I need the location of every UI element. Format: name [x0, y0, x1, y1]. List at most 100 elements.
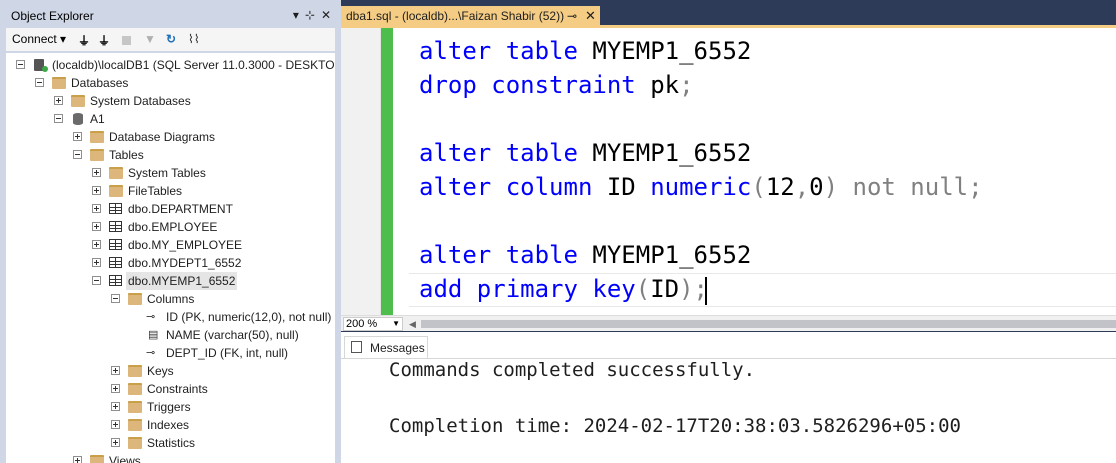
server-icon: [34, 59, 48, 72]
document-tab-strip: dba1.sql - (localdb)...\Faizan Shabir (5…: [341, 0, 1116, 27]
tree-node-label: Keys: [147, 364, 174, 378]
tree-node-server[interactable]: (localdb)\localDB1 (SQL Server 11.0.3000…: [6, 56, 335, 74]
collapse-icon[interactable]: [111, 294, 120, 303]
expand-icon[interactable]: [73, 132, 82, 141]
sql-keyword: add primary key: [419, 275, 636, 303]
folder-icon: [109, 167, 123, 179]
stop-icon[interactable]: [122, 36, 131, 45]
code-line[interactable]: alter table MYEMP1_6552: [419, 136, 751, 170]
object-explorer-tree: (localdb)\localDB1 (SQL Server 11.0.3000…: [6, 53, 335, 463]
zoom-select[interactable]: 200 % ▼: [343, 317, 403, 331]
change-tracking-bar: [381, 28, 393, 315]
expand-icon[interactable]: [92, 204, 101, 213]
messages-output[interactable]: Commands completed successfully. Complet…: [341, 358, 1116, 463]
connect-button[interactable]: Connect ▾: [12, 32, 66, 46]
foreign-key-icon: ⊸: [146, 347, 156, 359]
message-line: Commands completed successfully.: [389, 359, 756, 381]
query-editor[interactable]: alter table MYEMP1_6552 drop constraint p…: [341, 28, 1116, 315]
expand-icon[interactable]: [92, 168, 101, 177]
window-position-icon[interactable]: ▾: [293, 8, 299, 22]
tree-node-label: dbo.MY_EMPLOYEE: [128, 238, 243, 252]
tab-dba1-sql[interactable]: dba1.sql - (localdb)...\Faizan Shabir (5…: [341, 6, 600, 27]
sql-punctuation: (: [751, 173, 766, 201]
activity-monitor-icon[interactable]: ⌇⌇: [188, 32, 200, 46]
table-icon: [109, 221, 122, 232]
code-line[interactable]: add primary key(ID);: [419, 272, 708, 306]
tree-node-label: System Databases: [90, 94, 191, 108]
code-line[interactable]: alter table MYEMP1_6552: [419, 34, 751, 68]
table-icon: [109, 203, 122, 214]
close-icon[interactable]: ✕: [585, 8, 596, 24]
folder-icon: [90, 149, 104, 161]
sql-identifier: MYEMP1_6552: [577, 241, 752, 269]
messages-icon: [351, 341, 362, 353]
folder-icon: [128, 293, 142, 305]
folder-icon: [128, 419, 142, 431]
tree-node-label: dbo.MYEMP1_6552: [126, 272, 238, 290]
editor-gutter: [341, 28, 381, 315]
expand-icon[interactable]: [111, 420, 120, 429]
collapse-icon[interactable]: [92, 276, 101, 285]
expand-icon[interactable]: [111, 402, 120, 411]
expand-icon[interactable]: [92, 240, 101, 249]
tree-node-label: ID (PK, numeric(12,0), not null): [166, 310, 332, 324]
sql-keyword: alter table: [419, 241, 578, 269]
object-explorer-titlebar: Object Explorer ▾ ⊹ ✕: [6, 6, 335, 27]
horizontal-scrollbar[interactable]: [421, 320, 1116, 328]
collapse-icon[interactable]: [16, 60, 25, 69]
code-line[interactable]: drop constraint pk;: [419, 68, 694, 102]
folder-icon: [128, 401, 142, 413]
tab-messages[interactable]: Messages: [344, 336, 428, 358]
message-line: Completion time: 2024-02-17T20:38:03.582…: [389, 415, 961, 437]
connect-icon[interactable]: ⏚: [78, 32, 90, 49]
expand-icon[interactable]: [92, 186, 101, 195]
sql-punctuation: ,: [794, 173, 810, 201]
expand-icon[interactable]: [73, 456, 82, 463]
close-icon[interactable]: ✕: [321, 8, 331, 22]
sql-identifier: MYEMP1_6552: [577, 139, 752, 167]
expand-icon[interactable]: [92, 258, 101, 267]
tree-node-label: NAME (varchar(50), null): [166, 328, 299, 342]
sql-identifier: 0: [809, 173, 824, 201]
pin-icon[interactable]: ⊸: [567, 9, 577, 23]
code-line[interactable]: alter column ID numeric(12,0) not null;: [419, 170, 983, 204]
folder-icon: [52, 77, 66, 89]
code-line[interactable]: alter table MYEMP1_6552: [419, 238, 751, 272]
text-caret: [705, 277, 707, 305]
results-pane: Messages Commands completed successfully…: [341, 332, 1116, 463]
folder-icon: [90, 131, 104, 143]
sql-identifier: ID: [650, 275, 680, 303]
collapse-icon[interactable]: [35, 78, 44, 87]
expand-icon[interactable]: [92, 222, 101, 231]
primary-key-icon: ⊸: [146, 311, 156, 323]
sql-punctuation: );: [679, 275, 709, 303]
scroll-left-icon[interactable]: ◀: [409, 319, 416, 330]
tree-node-label: Views: [109, 454, 141, 463]
expand-icon[interactable]: [54, 96, 63, 105]
chevron-down-icon: ▼: [392, 319, 400, 328]
expand-icon[interactable]: [111, 438, 120, 447]
collapse-icon[interactable]: [54, 114, 63, 123]
auto-hide-pin-icon[interactable]: ⊹: [305, 8, 315, 22]
tree-node-label: DEPT_ID (FK, int, null): [166, 346, 289, 360]
object-explorer-panel: Object Explorer ▾ ⊹ ✕ Connect ▾ ⏚ ⏚ ▼ ↻ …: [0, 0, 341, 463]
disconnect-icon[interactable]: ⏚: [98, 32, 110, 49]
expand-icon[interactable]: [111, 384, 120, 393]
table-icon: [109, 275, 122, 286]
tree-node-label: dbo.EMPLOYEE: [128, 220, 218, 234]
tree-node-label: FileTables: [128, 184, 183, 198]
sql-identifier: 12: [765, 173, 795, 201]
filter-icon[interactable]: ▼: [144, 32, 156, 46]
expand-icon[interactable]: [111, 366, 120, 375]
refresh-icon[interactable]: ↻: [166, 32, 176, 46]
collapse-icon[interactable]: [73, 150, 82, 159]
sql-keyword: alter column: [419, 173, 593, 201]
object-explorer-toolbar: Connect ▾ ⏚ ⏚ ▼ ↻ ⌇⌇: [6, 28, 335, 52]
folder-icon: [128, 383, 142, 395]
tree-node-label: Databases: [71, 76, 129, 90]
tree-node-label: (localdb)\localDB1 (SQL Server 11.0.3000…: [52, 58, 335, 72]
folder-icon: [109, 185, 123, 197]
tree-node-label: dbo.DEPARTMENT: [128, 202, 233, 216]
sql-identifier: pk: [635, 71, 680, 99]
sql-keyword: numeric: [650, 173, 752, 201]
